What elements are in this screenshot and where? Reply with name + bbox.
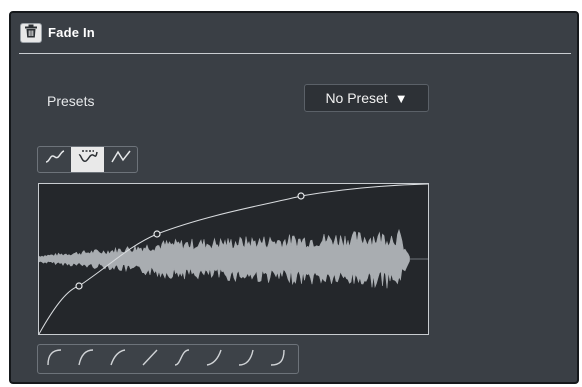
preset-selected-value: No Preset (325, 90, 388, 106)
panel-header: Fade In (11, 13, 577, 53)
linear-shape-icon (140, 347, 160, 372)
medium-exp-curve-icon (236, 347, 256, 372)
strong-log-curve-icon (44, 347, 64, 372)
soft-log-shape-button[interactable] (102, 345, 134, 373)
trash-button[interactable] (20, 23, 42, 43)
dropdown-arrow-icon: ▼ (394, 90, 408, 106)
curve-point[interactable] (75, 282, 83, 290)
presets-label: Presets (47, 93, 95, 109)
preset-dropdown[interactable]: No Preset ▼ (304, 84, 429, 112)
damped-spline-interpolation-button[interactable] (71, 147, 104, 172)
strong-log-shape-button[interactable] (38, 345, 70, 373)
trash-icon (24, 24, 38, 43)
s-curve-shape-button[interactable] (166, 345, 198, 373)
linear-shape-button[interactable] (134, 345, 166, 373)
soft-exp-curve-icon (204, 347, 224, 372)
medium-log-shape-button[interactable] (70, 345, 102, 373)
linear-curve-icon (110, 148, 132, 171)
damped-spline-curve-icon (77, 148, 99, 171)
strong-exp-curve-icon (268, 347, 288, 372)
fade-curve-editor[interactable] (38, 183, 429, 335)
spline-curve-icon (44, 148, 66, 171)
curve-point[interactable] (297, 192, 305, 200)
curve-type-selector (37, 146, 138, 173)
fade-curve-graph[interactable] (39, 184, 428, 334)
linear-interpolation-button[interactable] (104, 147, 137, 172)
curve-shape-buttons (37, 344, 299, 374)
soft-log-curve-icon (108, 347, 128, 372)
medium-exp-shape-button[interactable] (230, 345, 262, 373)
medium-log-curve-icon (76, 347, 96, 372)
strong-exp-shape-button[interactable] (262, 345, 294, 373)
spline-interpolation-button[interactable] (38, 147, 71, 172)
curve-point[interactable] (153, 230, 161, 238)
header-divider (19, 53, 571, 54)
fade-in-panel: Fade In Presets No Preset ▼ (9, 11, 579, 384)
audio-waveform (39, 228, 410, 289)
soft-exp-shape-button[interactable] (198, 345, 230, 373)
s-curve-icon (172, 347, 192, 372)
panel-title: Fade In (48, 25, 95, 40)
